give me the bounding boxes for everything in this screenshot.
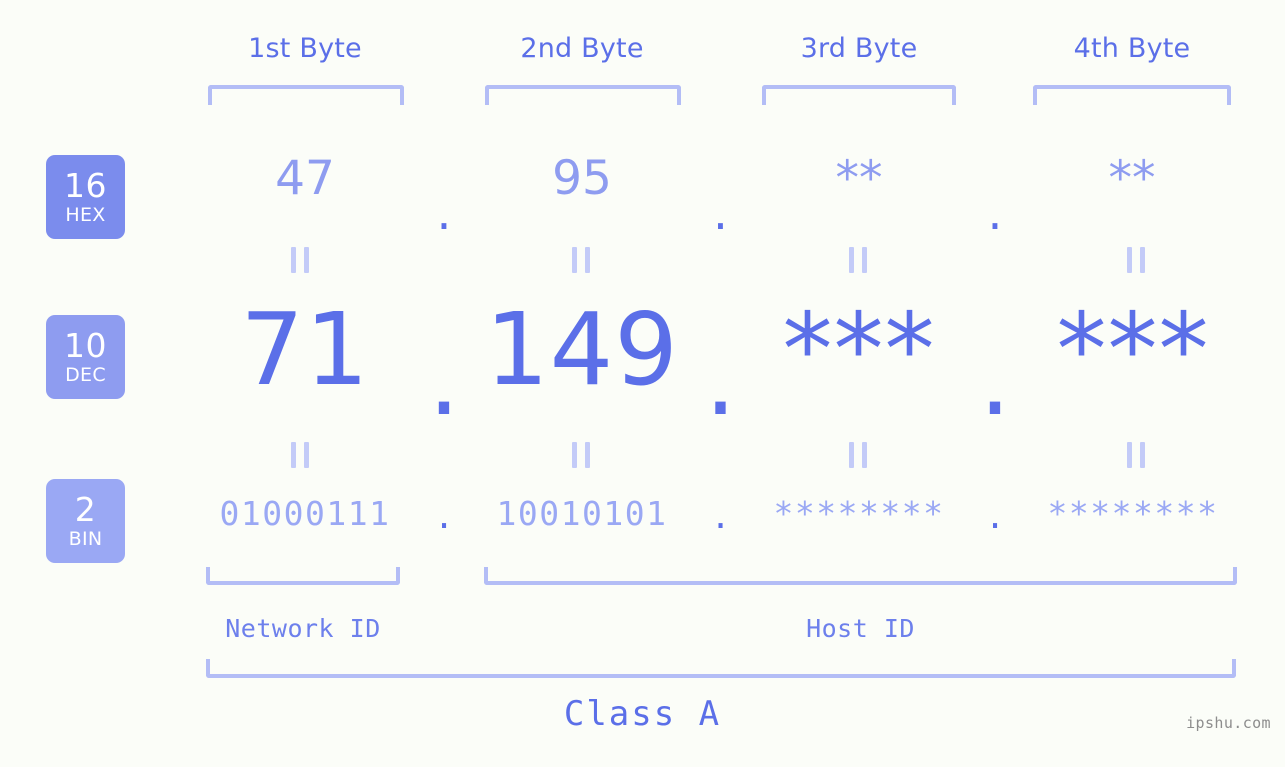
equals-hex-dec-4 [1127,247,1145,273]
dec-byte-2: 149 [485,291,679,408]
host-id-label: Host ID [806,614,915,643]
class-label: Class A [563,694,722,734]
base-badge-dec-name: DEC [65,364,106,386]
host-id-bracket [484,567,1237,585]
equals-hex-dec-2 [572,247,590,273]
byte-bracket-2 [485,85,681,105]
dec-separator-3: . [979,321,1011,438]
bin-separator-1: . [434,497,454,536]
dec-separator-1: . [428,321,460,438]
equals-dec-bin-3 [849,442,867,468]
bin-byte-3: ******** [773,494,945,533]
byte-header-3: 3rd Byte [800,33,918,64]
equals-hex-dec-1 [291,247,309,273]
hex-separator-3: . [987,186,1003,241]
dec-byte-4: *** [1056,291,1210,408]
equals-dec-bin-2 [572,442,590,468]
byte-bracket-1 [208,85,404,105]
equals-hex-dec-3 [849,247,867,273]
base-badge-dec-number: 10 [64,326,107,365]
dec-byte-3: *** [782,291,936,408]
equals-dec-bin-4 [1127,442,1145,468]
equals-dec-bin-1 [291,442,309,468]
byte-bracket-4 [1033,85,1231,105]
byte-header-2: 2nd Byte [520,33,644,64]
network-id-bracket [206,567,400,585]
bin-separator-3: . [985,497,1005,536]
dec-separator-2: . [704,321,737,438]
bin-byte-2: 10010101 [496,494,668,533]
bin-byte-4: ******** [1047,494,1219,533]
base-badge-hex-name: HEX [65,204,106,226]
hex-byte-4: ** [1108,151,1156,206]
base-badge-bin-name: BIN [68,528,103,550]
base-badge-bin-number: 2 [74,490,97,529]
base-badge-hex: 16 HEX [46,155,125,239]
bin-byte-1: 01000111 [219,494,391,533]
byte-bracket-3 [762,85,956,105]
ip-address-breakdown-diagram: 1st Byte 2nd Byte 3rd Byte 4th Byte 16 H… [0,0,1285,767]
byte-header-4: 4th Byte [1073,33,1191,64]
base-badge-dec: 10 DEC [46,315,125,399]
hex-byte-1: 47 [275,151,335,206]
hex-separator-1: . [436,186,452,241]
hex-byte-3: ** [835,151,883,206]
base-badge-bin: 2 BIN [46,479,125,563]
bin-separator-2: . [710,497,731,536]
byte-header-1: 1st Byte [248,33,362,64]
class-bracket [206,659,1236,678]
hex-separator-2: . [713,186,728,241]
base-badge-hex-number: 16 [64,166,107,205]
network-id-label: Network ID [225,614,381,643]
hex-byte-2: 95 [552,151,612,206]
dec-byte-1: 71 [240,291,370,408]
watermark: ipshu.com [1186,714,1271,732]
